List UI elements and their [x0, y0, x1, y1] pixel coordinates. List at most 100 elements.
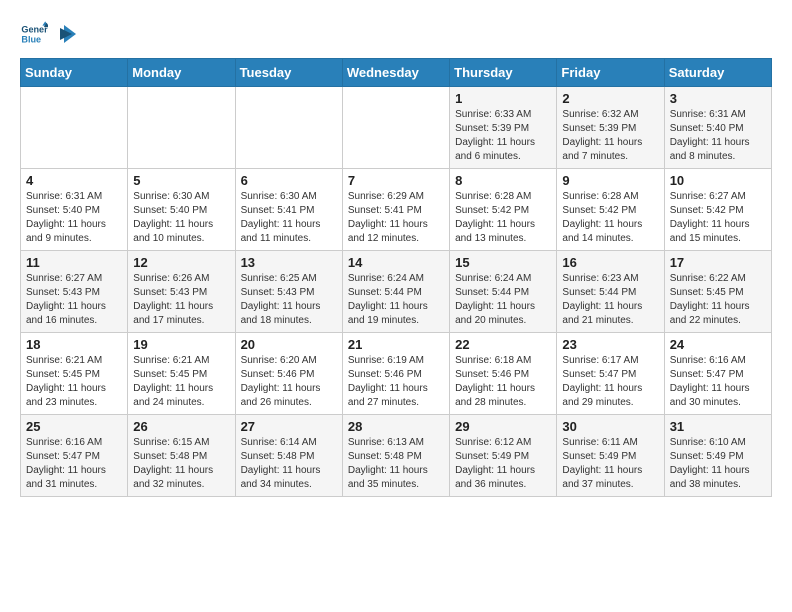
- day-number: 6: [241, 173, 337, 188]
- day-number: 30: [562, 419, 658, 434]
- calendar-cell: 26 Sunrise: 6:15 AM Sunset: 5:48 PM Dayli…: [128, 415, 235, 497]
- logo-icon: General Blue: [20, 20, 48, 48]
- calendar-cell: 14 Sunrise: 6:24 AM Sunset: 5:44 PM Dayli…: [342, 251, 449, 333]
- calendar-cell: 9Sunrise: 6:28 AM Sunset: 5:42 PM Daylig…: [557, 169, 664, 251]
- day-number: 22: [455, 337, 551, 352]
- calendar-cell: 4Sunrise: 6:31 AM Sunset: 5:40 PM Daylig…: [21, 169, 128, 251]
- day-info: Sunrise: 6:21 AM Sunset: 5:45 PM Dayligh…: [26, 354, 122, 410]
- day-info: Sunrise: 6:13 AM Sunset: 5:48 PM Dayligh…: [348, 436, 444, 492]
- day-info: Sunrise: 6:20 AM Sunset: 5:46 PM Dayligh…: [241, 354, 337, 410]
- day-info: Sunrise: 6:33 AM Sunset: 5:39 PM Dayligh…: [455, 108, 551, 164]
- day-number: 28: [348, 419, 444, 434]
- calendar-cell: 22Sunrise: 6:18 AM Sunset: 5:46 PM Dayli…: [450, 333, 557, 415]
- day-number: 31: [670, 419, 766, 434]
- calendar-cell: 18Sunrise: 6:21 AM Sunset: 5:45 PM Dayli…: [21, 333, 128, 415]
- day-info: Sunrise: 6:25 AM Sunset: 5:43 PM Dayligh…: [241, 272, 337, 328]
- calendar-cell: 2Sunrise: 6:32 AM Sunset: 5:39 PM Daylig…: [557, 87, 664, 169]
- day-info: Sunrise: 6:16 AM Sunset: 5:47 PM Dayligh…: [670, 354, 766, 410]
- day-info: Sunrise: 6:19 AM Sunset: 5:46 PM Dayligh…: [348, 354, 444, 410]
- day-info: Sunrise: 6:30 AM Sunset: 5:41 PM Dayligh…: [241, 190, 337, 246]
- day-number: 21: [348, 337, 444, 352]
- calendar-cell: 25 Sunrise: 6:16 AM Sunset: 5:47 PM Dayli…: [21, 415, 128, 497]
- day-number: 11: [26, 255, 122, 270]
- calendar-cell: 11Sunrise: 6:27 AM Sunset: 5:43 PM Dayli…: [21, 251, 128, 333]
- day-number: 9: [562, 173, 658, 188]
- calendar-cell: 20 Sunrise: 6:20 AM Sunset: 5:46 PM Dayli…: [235, 333, 342, 415]
- day-number: 27: [241, 419, 337, 434]
- day-number: 17: [670, 255, 766, 270]
- day-number: 19: [133, 337, 229, 352]
- calendar-cell: 1Sunrise: 6:33 AM Sunset: 5:39 PM Daylig…: [450, 87, 557, 169]
- day-number: 23: [562, 337, 658, 352]
- day-info: Sunrise: 6:29 AM Sunset: 5:41 PM Dayligh…: [348, 190, 444, 246]
- calendar-cell: 19 Sunrise: 6:21 AM Sunset: 5:45 PM Dayli…: [128, 333, 235, 415]
- calendar-cell: [128, 87, 235, 169]
- day-number: 20: [241, 337, 337, 352]
- calendar-week-1: 1Sunrise: 6:33 AM Sunset: 5:39 PM Daylig…: [21, 87, 772, 169]
- day-info: Sunrise: 6:12 AM Sunset: 5:49 PM Dayligh…: [455, 436, 551, 492]
- day-info: Sunrise: 6:28 AM Sunset: 5:42 PM Dayligh…: [455, 190, 551, 246]
- day-info: Sunrise: 6:24 AM Sunset: 5:44 PM Dayligh…: [455, 272, 551, 328]
- calendar-cell: 8 Sunrise: 6:28 AM Sunset: 5:42 PM Daylig…: [450, 169, 557, 251]
- calendar-cell: 7 Sunrise: 6:29 AM Sunset: 5:41 PM Daylig…: [342, 169, 449, 251]
- calendar-cell: 16 Sunrise: 6:23 AM Sunset: 5:44 PM Dayli…: [557, 251, 664, 333]
- day-number: 29: [455, 419, 551, 434]
- day-info: Sunrise: 6:17 AM Sunset: 5:47 PM Dayligh…: [562, 354, 658, 410]
- calendar-cell: 12Sunrise: 6:26 AM Sunset: 5:43 PM Dayli…: [128, 251, 235, 333]
- day-number: 13: [241, 255, 337, 270]
- calendar-week-2: 4Sunrise: 6:31 AM Sunset: 5:40 PM Daylig…: [21, 169, 772, 251]
- page-header: General Blue: [20, 20, 772, 48]
- calendar-cell: 17 Sunrise: 6:22 AM Sunset: 5:45 PM Dayli…: [664, 251, 771, 333]
- day-info: Sunrise: 6:31 AM Sunset: 5:40 PM Dayligh…: [670, 108, 766, 164]
- day-number: 26: [133, 419, 229, 434]
- day-number: 8: [455, 173, 551, 188]
- calendar-cell: [235, 87, 342, 169]
- day-header-friday: Friday: [557, 59, 664, 87]
- calendar-cell: 6 Sunrise: 6:30 AM Sunset: 5:41 PM Daylig…: [235, 169, 342, 251]
- day-info: Sunrise: 6:27 AM Sunset: 5:42 PM Dayligh…: [670, 190, 766, 246]
- calendar-cell: 13 Sunrise: 6:25 AM Sunset: 5:43 PM Dayli…: [235, 251, 342, 333]
- logo: General Blue: [20, 20, 78, 48]
- day-number: 4: [26, 173, 122, 188]
- calendar-cell: 30Sunrise: 6:11 AM Sunset: 5:49 PM Dayli…: [557, 415, 664, 497]
- calendar-cell: 5 Sunrise: 6:30 AM Sunset: 5:40 PM Daylig…: [128, 169, 235, 251]
- day-number: 25: [26, 419, 122, 434]
- day-info: Sunrise: 6:14 AM Sunset: 5:48 PM Dayligh…: [241, 436, 337, 492]
- day-number: 3: [670, 91, 766, 106]
- calendar-header: SundayMondayTuesdayWednesdayThursdayFrid…: [21, 59, 772, 87]
- day-number: 24: [670, 337, 766, 352]
- day-number: 14: [348, 255, 444, 270]
- day-info: Sunrise: 6:22 AM Sunset: 5:45 PM Dayligh…: [670, 272, 766, 328]
- svg-text:Blue: Blue: [21, 34, 41, 44]
- calendar-cell: 10 Sunrise: 6:27 AM Sunset: 5:42 PM Dayli…: [664, 169, 771, 251]
- calendar-cell: 15 Sunrise: 6:24 AM Sunset: 5:44 PM Dayli…: [450, 251, 557, 333]
- calendar-cell: [342, 87, 449, 169]
- calendar-cell: 27 Sunrise: 6:14 AM Sunset: 5:48 PM Dayli…: [235, 415, 342, 497]
- day-number: 7: [348, 173, 444, 188]
- day-info: Sunrise: 6:16 AM Sunset: 5:47 PM Dayligh…: [26, 436, 122, 492]
- day-header-wednesday: Wednesday: [342, 59, 449, 87]
- svg-text:General: General: [21, 25, 48, 35]
- calendar-cell: 29 Sunrise: 6:12 AM Sunset: 5:49 PM Dayli…: [450, 415, 557, 497]
- calendar-week-4: 18Sunrise: 6:21 AM Sunset: 5:45 PM Dayli…: [21, 333, 772, 415]
- calendar-cell: 3 Sunrise: 6:31 AM Sunset: 5:40 PM Daylig…: [664, 87, 771, 169]
- day-info: Sunrise: 6:24 AM Sunset: 5:44 PM Dayligh…: [348, 272, 444, 328]
- day-info: Sunrise: 6:10 AM Sunset: 5:49 PM Dayligh…: [670, 436, 766, 492]
- calendar-cell: 21 Sunrise: 6:19 AM Sunset: 5:46 PM Dayli…: [342, 333, 449, 415]
- day-header-saturday: Saturday: [664, 59, 771, 87]
- day-info: Sunrise: 6:21 AM Sunset: 5:45 PM Dayligh…: [133, 354, 229, 410]
- day-info: Sunrise: 6:15 AM Sunset: 5:48 PM Dayligh…: [133, 436, 229, 492]
- day-info: Sunrise: 6:23 AM Sunset: 5:44 PM Dayligh…: [562, 272, 658, 328]
- day-info: Sunrise: 6:32 AM Sunset: 5:39 PM Dayligh…: [562, 108, 658, 164]
- day-number: 16: [562, 255, 658, 270]
- day-number: 10: [670, 173, 766, 188]
- day-number: 15: [455, 255, 551, 270]
- calendar-table: SundayMondayTuesdayWednesdayThursdayFrid…: [20, 58, 772, 497]
- calendar-cell: 24 Sunrise: 6:16 AM Sunset: 5:47 PM Dayli…: [664, 333, 771, 415]
- day-header-tuesday: Tuesday: [235, 59, 342, 87]
- day-number: 5: [133, 173, 229, 188]
- calendar-week-5: 25 Sunrise: 6:16 AM Sunset: 5:47 PM Dayli…: [21, 415, 772, 497]
- calendar-cell: 28 Sunrise: 6:13 AM Sunset: 5:48 PM Dayli…: [342, 415, 449, 497]
- day-number: 12: [133, 255, 229, 270]
- day-info: Sunrise: 6:30 AM Sunset: 5:40 PM Dayligh…: [133, 190, 229, 246]
